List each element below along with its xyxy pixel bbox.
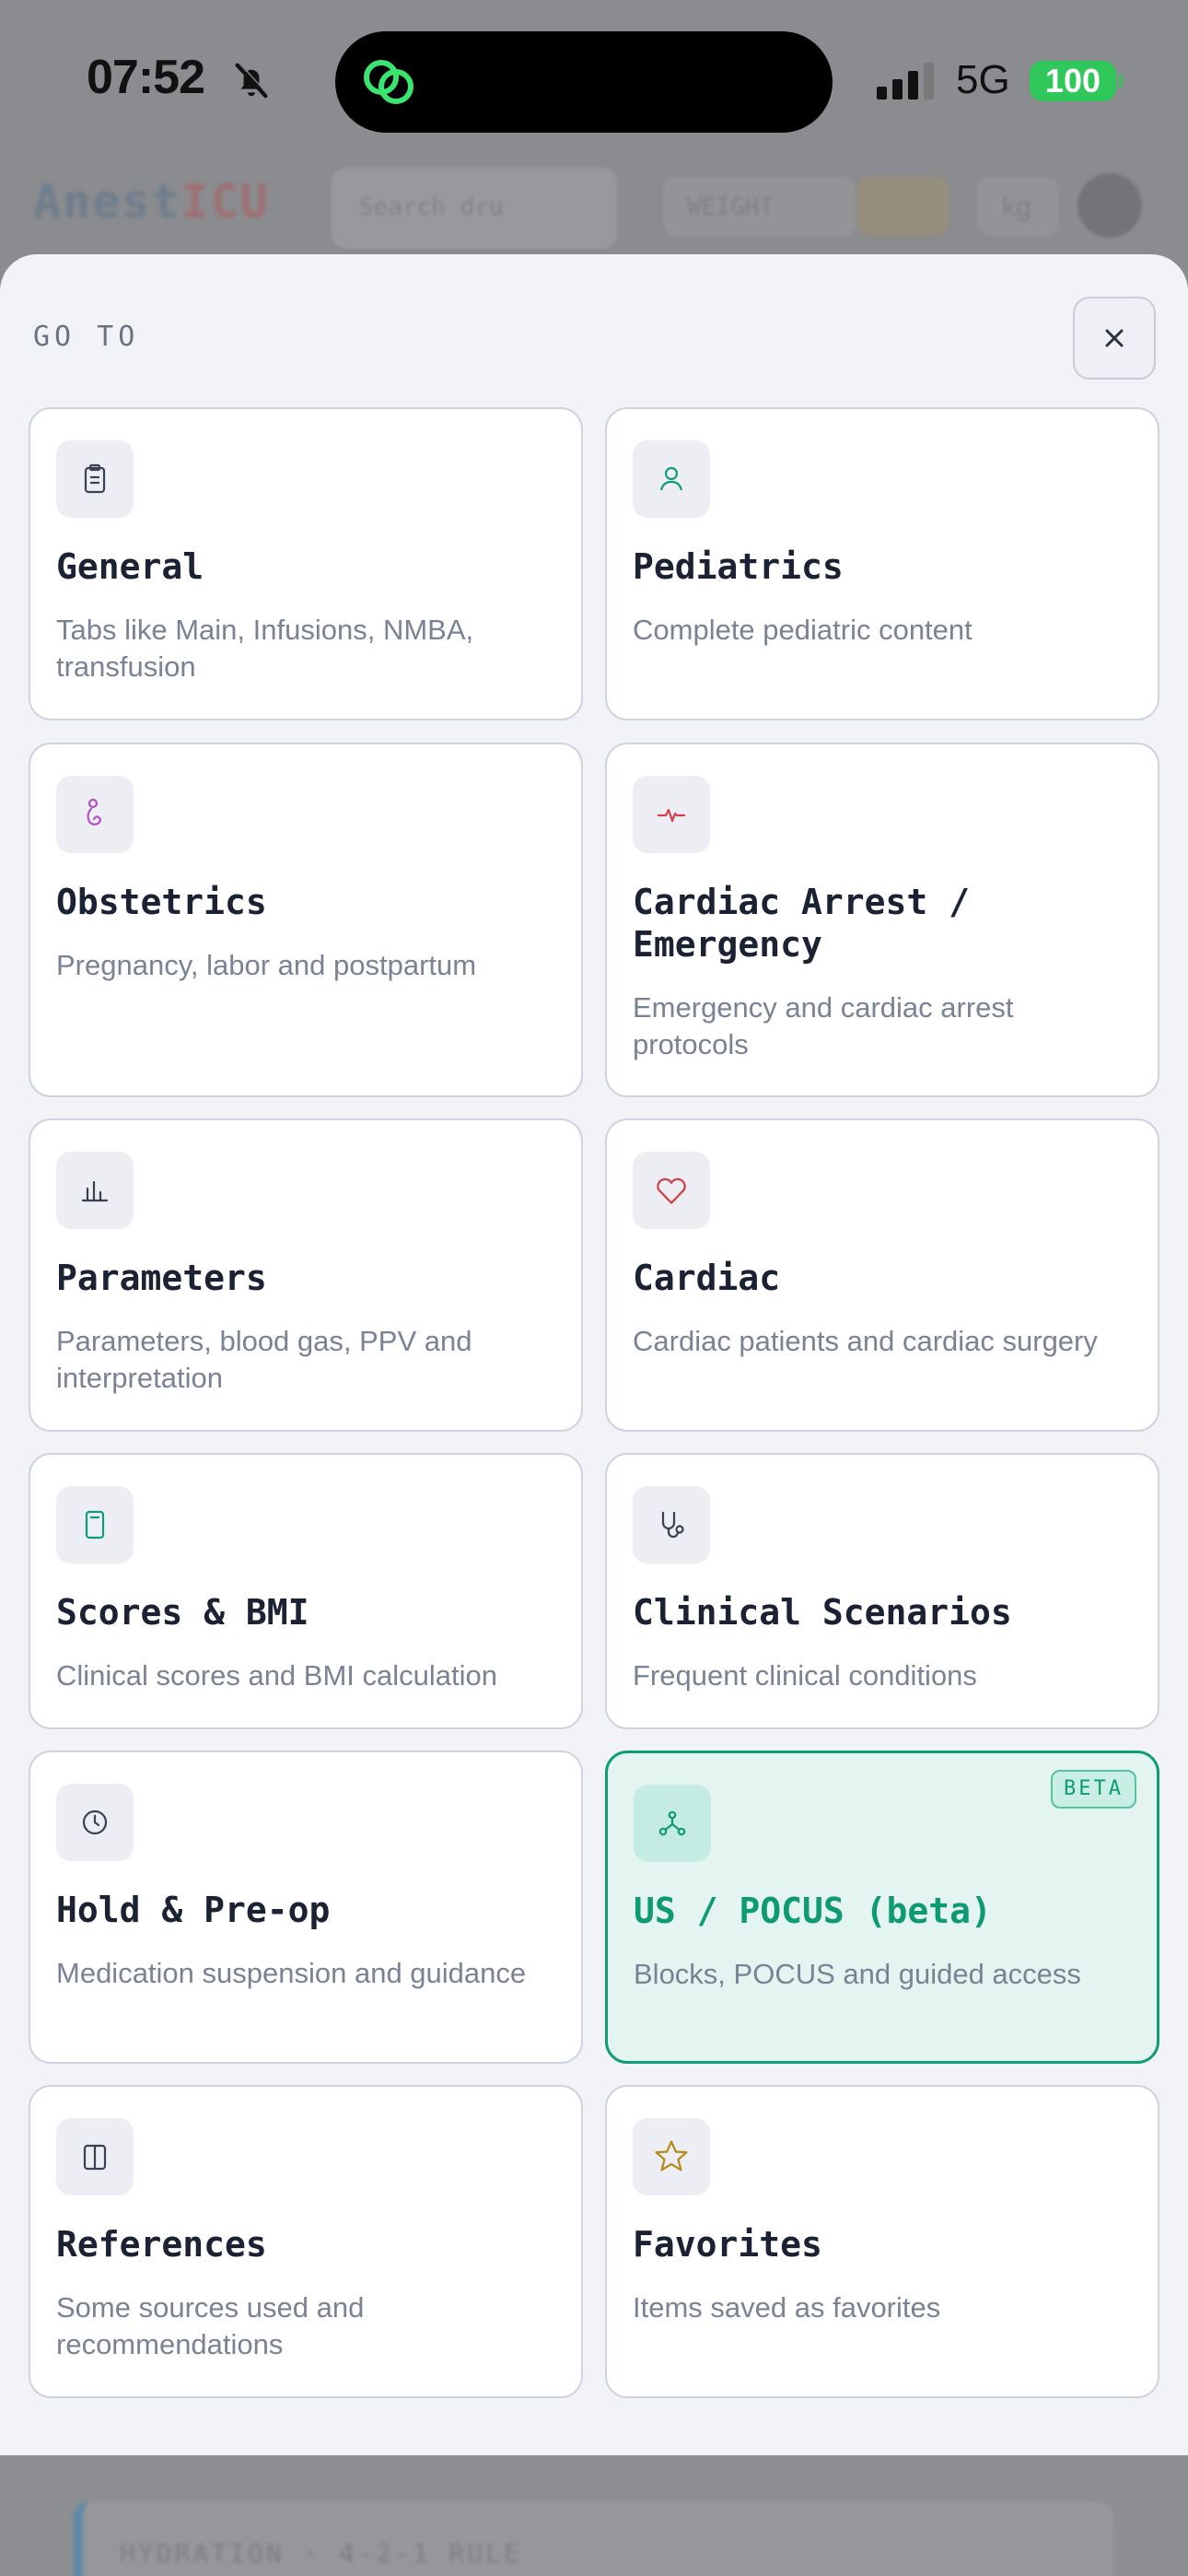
card-scores-bmi[interactable]: Scores & BMI Clinical scores and BMI cal…: [29, 1453, 583, 1729]
card-icon-box: [56, 2118, 134, 2195]
close-icon: [1105, 329, 1124, 347]
dynamic-island: [335, 31, 833, 133]
clipboard-icon: [84, 463, 106, 494]
card-icon-box: [633, 2118, 710, 2195]
bar-chart-icon: [81, 1180, 109, 1202]
star-icon: [655, 2140, 688, 2172]
card-title: Clinical Scenarios: [633, 1592, 1012, 1633]
pulse-icon: [657, 808, 686, 823]
card-title: Scores & BMI: [56, 1592, 309, 1633]
card-icon-box: [56, 1152, 134, 1229]
card-pediatrics[interactable]: Pediatrics Complete pediatric content: [605, 407, 1159, 720]
card-title: Hold & Pre-op: [56, 1890, 331, 1930]
card-description: Frequent clinical conditions: [633, 1659, 977, 1692]
card-title: References: [56, 2224, 267, 2265]
card-title: US / POCUS (beta): [634, 1891, 992, 1931]
card-description: Items saved as favorites: [633, 2291, 941, 2324]
card-icon-box: [56, 1486, 134, 1563]
link-rings-icon: [364, 60, 413, 104]
go-to-sheet: GO TO General Tabs like Main, Infusions,…: [0, 254, 1188, 2455]
card-title: Parameters: [56, 1258, 267, 1298]
stethoscope-icon: [661, 1511, 684, 1539]
card-icon-box: [633, 1486, 710, 1563]
background-unit-label: kg: [1002, 192, 1031, 222]
card-description: Pregnancy, labor and postpartum: [56, 949, 477, 981]
battery-indicator: 100: [1030, 61, 1116, 101]
clock-icon: [82, 1809, 108, 1835]
background-age-chip: [856, 177, 949, 236]
card-general[interactable]: General Tabs like Main, Infusions, NMBA,…: [29, 407, 583, 720]
calculator-icon: [85, 1510, 105, 1540]
nodes-icon: [658, 1810, 686, 1836]
card-description: Complete pediatric content: [633, 614, 973, 646]
card-title: Cardiac: [633, 1258, 781, 1298]
card-description: Cardiac patients and cardiac surgery: [633, 1325, 1098, 1357]
person-icon: [659, 466, 683, 491]
card-obstetrics[interactable]: Obstetrics Pregnancy, labor and postpart…: [29, 743, 583, 1097]
background-logo-part2: ICU: [181, 175, 270, 228]
card-icon-box: [633, 776, 710, 853]
screen: AnestICU Search dru WEIGHT kg HYDRATION …: [0, 0, 1188, 2576]
bell-muted-icon: [235, 63, 269, 99]
close-button[interactable]: [1073, 297, 1156, 380]
pregnant-icon: [87, 798, 101, 825]
card-description: Some sources used and recommendations: [56, 2291, 365, 2360]
background-footer-text: HYDRATION · 4-2-1 RULE: [120, 2538, 522, 2569]
card-icon-box: [56, 776, 134, 853]
card-favorites[interactable]: Favorites Items saved as favorites: [605, 2085, 1159, 2398]
card-title: Pediatrics: [633, 546, 844, 587]
card-description: Parameters, blood gas, PPV and interpret…: [56, 1325, 472, 1394]
beta-badge: BETA: [1051, 1770, 1136, 1809]
background-footer-card: HYDRATION · 4-2-1 RULE: [74, 2501, 1114, 2576]
card-description: Tabs like Main, Infusions, NMBA, transfu…: [56, 614, 474, 683]
background-footer: HYDRATION · 4-2-1 RULE: [0, 2455, 1188, 2576]
card-hold-preop[interactable]: Hold & Pre-op Medication suspension and …: [29, 1751, 583, 2064]
sheet-title: GO TO: [33, 321, 140, 353]
card-title: Favorites: [633, 2224, 822, 2265]
card-clinical-scenarios[interactable]: Clinical Scenarios Frequent clinical con…: [605, 1453, 1159, 1729]
background-header: AnestICU Search dru WEIGHT kg: [0, 157, 1188, 267]
card-icon-box: [634, 1785, 711, 1862]
background-weight-label: WEIGHT: [687, 193, 774, 221]
card-description: Emergency and cardiac arrest protocols: [633, 991, 1014, 1060]
background-logo-part1: Anest: [33, 175, 181, 228]
card-icon-box: [56, 1784, 134, 1861]
card-parameters[interactable]: Parameters Parameters, blood gas, PPV an…: [29, 1118, 583, 1432]
background-search-placeholder: Search dru: [359, 193, 504, 221]
card-title: General: [56, 546, 204, 587]
background-avatar: [1077, 173, 1142, 238]
card-title: Obstetrics: [56, 882, 267, 922]
card-description: Blocks, POCUS and guided access: [634, 1958, 1081, 1990]
book-icon: [83, 2144, 107, 2171]
card-us-pocus[interactable]: BETA US / POCUS (beta) Blocks, POCUS and…: [605, 1751, 1159, 2064]
status-time: 07:52: [87, 51, 205, 104]
background-unit-chip: kg: [976, 177, 1059, 236]
card-title: Cardiac Arrest / Emergency: [633, 882, 971, 965]
network-label: 5G: [956, 57, 1010, 102]
card-cardiac[interactable]: Cardiac Cardiac patients and cardiac sur…: [605, 1118, 1159, 1432]
card-references[interactable]: References Some sources used and recomme…: [29, 2085, 583, 2398]
card-cardiac-arrest[interactable]: Cardiac Arrest / Emergency Emergency and…: [605, 743, 1159, 1097]
heart-icon: [657, 1177, 686, 1204]
battery-nub: [1118, 74, 1124, 88]
background-weight-chip: WEIGHT: [663, 177, 856, 236]
card-description: Clinical scores and BMI calculation: [56, 1659, 497, 1692]
background-search-input: Search dru: [332, 168, 617, 249]
background-logo: AnestICU: [33, 175, 270, 228]
card-icon-box: [633, 440, 710, 518]
signal-icon: [877, 63, 934, 100]
status-bar: 07:52 5G 100: [0, 0, 1188, 157]
card-description: Medication suspension and guidance: [56, 1957, 527, 1989]
card-icon-box: [56, 440, 134, 518]
card-icon-box: [633, 1152, 710, 1229]
